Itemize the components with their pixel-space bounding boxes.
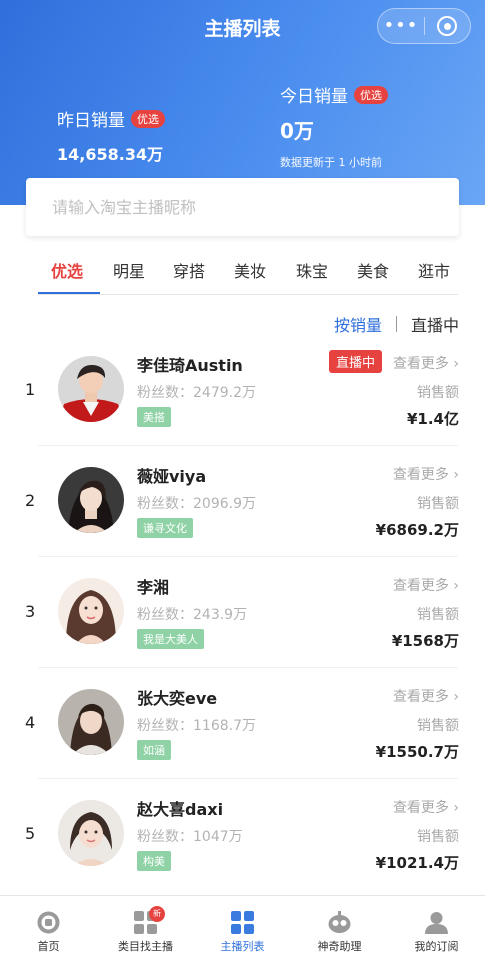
robot-icon (327, 910, 352, 935)
bottom-tab-bar: 首页 新 类目找主播 主播列表 神奇助理 我的订阅 (0, 895, 485, 975)
tabbar-category-label: 类目找主播 (118, 940, 173, 953)
tab-meizhuang[interactable]: 美妆 (234, 258, 266, 282)
tab-chuanda[interactable]: 穿搭 (173, 258, 205, 282)
close-target-button[interactable] (425, 16, 470, 36)
view-more-link[interactable]: 查看更多 › (393, 575, 459, 595)
row-divider (38, 445, 458, 446)
yesterday-sales-badge: 优选 (131, 109, 165, 128)
fans-count: 粉丝数：1047万 (137, 829, 243, 845)
sales-value: ¥1.4亿 (406, 410, 459, 428)
streamer-row[interactable]: 1 李佳琦Austin 粉丝数：2479.2万 美搭 直播中 查看更多 › 销售… (0, 345, 485, 456)
view-more-link[interactable]: 查看更多 › (393, 353, 459, 373)
tabbar-subscriptions-label: 我的订阅 (414, 940, 459, 953)
home-icon (36, 910, 61, 935)
more-menu-icon[interactable]: ••• (378, 17, 424, 35)
streamer-name: 薇娅viya (137, 467, 207, 486)
row-divider (38, 778, 458, 779)
yesterday-sales-value: 14,658.34万 (57, 145, 164, 164)
sales-value: ¥1550.7万 (375, 743, 459, 761)
view-more-link[interactable]: 查看更多 › (393, 797, 459, 817)
agency-tag: 构美 (137, 851, 171, 871)
fans-count: 粉丝数：1168.7万 (137, 718, 256, 734)
streamer-name: 赵大喜daxi (137, 800, 224, 819)
tab-mingxing[interactable]: 明星 (113, 258, 145, 282)
sales-label: 销售额 (417, 496, 459, 512)
tab-zhubao[interactable]: 珠宝 (296, 258, 328, 282)
yesterday-sales-stat: 昨日销量 优选 14,658.34万 (57, 106, 165, 165)
avatar (58, 467, 124, 533)
avatar (58, 356, 124, 422)
agency-tag: 我是大美人 (137, 629, 204, 649)
tabbar-home-label: 首页 (37, 940, 60, 953)
tabbar-assistant-label: 神奇助理 (317, 940, 362, 953)
sales-value: ¥1568万 (391, 632, 459, 650)
row-divider (38, 667, 458, 668)
header-banner: 主播列表 ••• 昨日销量 优选 14,658.34万 今日销量 优选 0万 数… (0, 0, 485, 205)
agency-tag: 如涵 (137, 740, 171, 760)
rank-number: 5 (25, 824, 36, 843)
rank-number: 4 (25, 713, 36, 732)
tabbar-home[interactable]: 首页 (0, 896, 97, 975)
tabbar-streamer-list-label: 主播列表 (220, 940, 265, 953)
rank-number: 1 (25, 380, 36, 399)
search-input[interactable] (26, 178, 459, 236)
fans-count: 粉丝数：2479.2万 (137, 385, 256, 401)
sort-by-sales[interactable]: 按销量 (334, 312, 382, 336)
avatar (58, 800, 124, 866)
tabs-divider (38, 294, 458, 295)
live-badge: 直播中 (328, 350, 382, 373)
sales-label: 销售额 (417, 718, 459, 734)
new-badge: 新 (149, 906, 165, 922)
sales-value: ¥1021.4万 (375, 854, 459, 872)
tabbar-subscriptions[interactable]: 我的订阅 (388, 896, 485, 975)
streamer-row[interactable]: 2 薇娅viya 粉丝数：2096.9万 谦寻文化 查看更多 › 销售额 ¥68… (0, 456, 485, 567)
tab-youxuan[interactable]: 优选 (51, 258, 83, 282)
sort-options: 按销量 直播中 (334, 312, 459, 336)
streamer-row[interactable]: 3 李湘 粉丝数：243.9万 我是大美人 查看更多 › 销售额 ¥1568万 (0, 567, 485, 678)
tab-meishi[interactable]: 美食 (357, 258, 389, 282)
sort-live[interactable]: 直播中 (411, 312, 459, 336)
fans-count: 粉丝数：243.9万 (137, 607, 248, 623)
today-sales-stat: 今日销量 优选 0万 数据更新于 1 小时前 (280, 82, 388, 170)
today-sales-value: 0万 (280, 119, 314, 143)
streamer-name: 李佳琦Austin (137, 356, 243, 375)
avatar (58, 578, 124, 644)
category-tabs: 优选 明星 穿搭 美妆 珠宝 美食 逛市 (0, 252, 485, 294)
fans-count: 粉丝数：2096.9万 (137, 496, 256, 512)
streamer-name: 张大奕eve (137, 689, 218, 708)
grid-list-icon (230, 910, 255, 935)
tabbar-assistant[interactable]: 神奇助理 (291, 896, 388, 975)
streamer-row[interactable]: 5 赵大喜daxi 粉丝数：1047万 构美 查看更多 › 销售额 ¥1021.… (0, 789, 485, 900)
tabbar-category[interactable]: 新 类目找主播 (97, 896, 194, 975)
agency-tag: 美搭 (137, 407, 171, 427)
rank-number: 2 (25, 491, 36, 510)
view-more-link[interactable]: 查看更多 › (393, 686, 459, 706)
user-icon (424, 910, 449, 935)
target-icon (437, 16, 458, 36)
sales-label: 销售额 (417, 385, 459, 401)
yesterday-sales-label: 昨日销量 (57, 111, 125, 131)
agency-tag: 谦寻文化 (137, 518, 193, 538)
view-more-link[interactable]: 查看更多 › (393, 464, 459, 484)
sort-separator (395, 316, 397, 332)
data-update-note: 数据更新于 1 小时前 (280, 156, 382, 169)
search-box (26, 178, 459, 236)
tabbar-streamer-list[interactable]: 主播列表 (194, 896, 291, 975)
avatar (58, 689, 124, 755)
mini-program-capsule: ••• (377, 8, 471, 44)
sales-value: ¥6869.2万 (375, 521, 459, 539)
tab-guangshi[interactable]: 逛市 (418, 258, 450, 282)
today-sales-badge: 优选 (354, 85, 388, 104)
today-sales-label: 今日销量 (280, 87, 348, 107)
streamer-name: 李湘 (137, 578, 170, 597)
sales-label: 销售额 (417, 607, 459, 623)
row-divider (38, 556, 458, 557)
sales-label: 销售额 (417, 829, 459, 845)
rank-number: 3 (25, 602, 36, 621)
streamer-row[interactable]: 4 张大奕eve 粉丝数：1168.7万 如涵 查看更多 › 销售额 ¥1550… (0, 678, 485, 789)
